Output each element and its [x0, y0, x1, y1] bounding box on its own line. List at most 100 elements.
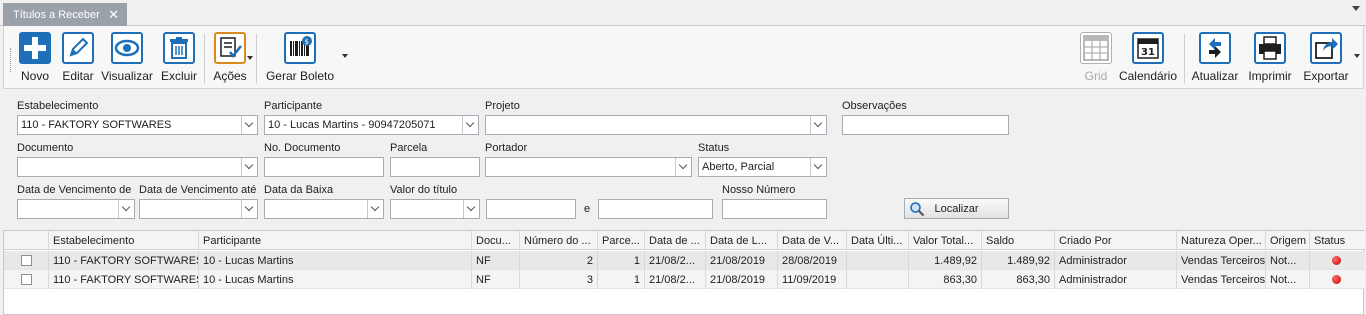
atualizar-label: Atualizar	[1191, 69, 1239, 83]
cell-documento: NF	[472, 251, 520, 270]
gerar-boleto-dropdown-icon[interactable]	[342, 54, 348, 58]
column-header[interactable]: Status	[1310, 231, 1365, 250]
acoes-button[interactable]: Ações	[210, 32, 250, 86]
cell-natureza: Vendas Terceiros	[1177, 251, 1266, 270]
cell-numero: 2	[520, 251, 598, 270]
venc-de-date[interactable]	[17, 199, 135, 219]
observacoes-input[interactable]	[842, 115, 1009, 135]
column-header[interactable]: Data de V...	[778, 231, 847, 250]
valor-separator: e	[584, 203, 591, 215]
baixa-date[interactable]	[264, 199, 384, 219]
imprimir-button[interactable]: Imprimir	[1246, 32, 1294, 86]
venc-ate-label: Data de Vencimento até	[139, 184, 257, 196]
column-header[interactable]: Data de ...	[645, 231, 706, 250]
visualizar-button[interactable]: Visualizar	[101, 32, 153, 86]
toolbar-separator	[256, 34, 257, 84]
grid-button[interactable]: Grid	[1078, 32, 1114, 86]
excluir-button[interactable]: Excluir	[159, 32, 199, 86]
svg-text:31: 31	[1141, 47, 1155, 58]
row-checkbox-cell	[4, 251, 49, 270]
column-header[interactable]: Parce...	[598, 231, 645, 250]
column-header[interactable]: Estabelecimento	[49, 231, 199, 250]
valor-condition-select[interactable]	[390, 199, 480, 219]
novo-label: Novo	[20, 69, 49, 83]
exportar-dropdown-icon[interactable]	[1354, 54, 1360, 58]
editar-button[interactable]: Editar	[60, 32, 96, 86]
column-header[interactable]: Número do ...	[520, 231, 598, 250]
cell-data-emissao: 21/08/2...	[645, 270, 706, 289]
atualizar-button[interactable]: Atualizar	[1191, 32, 1239, 86]
cell-documento: NF	[472, 270, 520, 289]
tab-menu-chevron-icon[interactable]	[1352, 6, 1360, 11]
valor-max-input[interactable]	[598, 199, 713, 219]
row-checkbox[interactable]	[21, 274, 32, 285]
cell-origem: Not...	[1266, 251, 1310, 270]
projeto-select[interactable]	[485, 115, 827, 135]
refresh-icon	[1199, 32, 1231, 64]
cell-saldo: 863,30	[982, 270, 1055, 289]
chevron-down-icon[interactable]	[367, 200, 383, 218]
exportar-button[interactable]: Exportar	[1302, 32, 1350, 86]
calendario-button[interactable]: 31 Calendário	[1118, 32, 1178, 86]
excluir-label: Excluir	[160, 69, 197, 83]
cell-origem: Not...	[1266, 270, 1310, 289]
column-header[interactable]: Criado Por	[1055, 231, 1177, 250]
status-dot-icon	[1332, 275, 1341, 284]
column-header[interactable]: Origem	[1266, 231, 1310, 250]
gerar-boleto-button[interactable]: $ Gerar Boleto	[260, 32, 340, 86]
cell-data-ultima	[847, 251, 909, 270]
chevron-down-icon[interactable]	[241, 116, 257, 134]
estabelecimento-select[interactable]: 110 - FAKTORY SOFTWARES	[17, 115, 258, 135]
column-header[interactable]: Docu...	[472, 231, 520, 250]
cell-data-ultima	[847, 270, 909, 289]
column-header[interactable]: Data de L...	[706, 231, 778, 250]
cell-natureza: Vendas Terceiros	[1177, 270, 1266, 289]
column-header[interactable]: Data Últi...	[847, 231, 909, 250]
chevron-down-icon[interactable]	[241, 158, 257, 176]
column-header[interactable]: Saldo	[982, 231, 1055, 250]
column-header[interactable]: Natureza Oper...	[1177, 231, 1266, 250]
column-header[interactable]: Valor Total...	[909, 231, 982, 250]
svg-text:$: $	[305, 38, 309, 46]
status-select[interactable]: Aberto, Parcial	[698, 157, 827, 177]
cell-status	[1310, 251, 1365, 270]
cell-estabelecimento: 110 - FAKTORY SOFTWARES	[49, 270, 199, 289]
documento-select[interactable]	[17, 157, 258, 177]
plus-icon	[19, 32, 51, 64]
acoes-dropdown-icon[interactable]	[247, 56, 253, 60]
chevron-down-icon[interactable]	[462, 116, 478, 134]
column-header-selector	[4, 231, 49, 250]
grid-header: Estabelecimento Participante Docu... Núm…	[4, 231, 1365, 250]
close-icon[interactable]: ✕	[108, 7, 119, 23]
nosso-numero-label: Nosso Número	[722, 184, 796, 196]
parcela-input[interactable]	[390, 157, 480, 177]
status-value: Aberto, Parcial	[702, 161, 775, 173]
chevron-down-icon[interactable]	[675, 158, 691, 176]
participante-select[interactable]: 10 - Lucas Martins - 90947205071	[264, 115, 479, 135]
status-dot-icon	[1332, 256, 1341, 265]
chevron-down-icon[interactable]	[463, 200, 479, 218]
tab-titulos-a-receber[interactable]: Títulos a Receber ✕	[3, 3, 127, 26]
chevron-down-icon[interactable]	[810, 116, 826, 134]
participante-label: Participante	[264, 100, 323, 112]
column-header[interactable]: Participante	[199, 231, 472, 250]
imprimir-label: Imprimir	[1248, 69, 1292, 83]
toolbar: Novo Editar Visualizar Excluir Ações $ G…	[3, 26, 1364, 89]
localizar-button[interactable]: Localizar	[904, 198, 1009, 219]
novo-button[interactable]: Novo	[18, 32, 52, 86]
valor-min-input[interactable]	[486, 199, 576, 219]
table-row[interactable]: 110 - FAKTORY SOFTWARES 10 - Lucas Marti…	[4, 251, 1365, 270]
no-documento-input[interactable]	[264, 157, 384, 177]
portador-select[interactable]	[485, 157, 692, 177]
chevron-down-icon[interactable]	[810, 158, 826, 176]
nosso-numero-input[interactable]	[722, 199, 827, 219]
toolbar-separator	[204, 34, 205, 84]
table-row[interactable]: 110 - FAKTORY SOFTWARES 10 - Lucas Marti…	[4, 270, 1365, 289]
chevron-down-icon[interactable]	[118, 200, 134, 218]
cell-saldo: 1.489,92	[982, 251, 1055, 270]
cell-data-vencimento: 28/08/2019	[778, 251, 847, 270]
venc-ate-date[interactable]	[139, 199, 258, 219]
row-checkbox[interactable]	[21, 255, 32, 266]
chevron-down-icon[interactable]	[241, 200, 257, 218]
exportar-label: Exportar	[1303, 69, 1349, 83]
